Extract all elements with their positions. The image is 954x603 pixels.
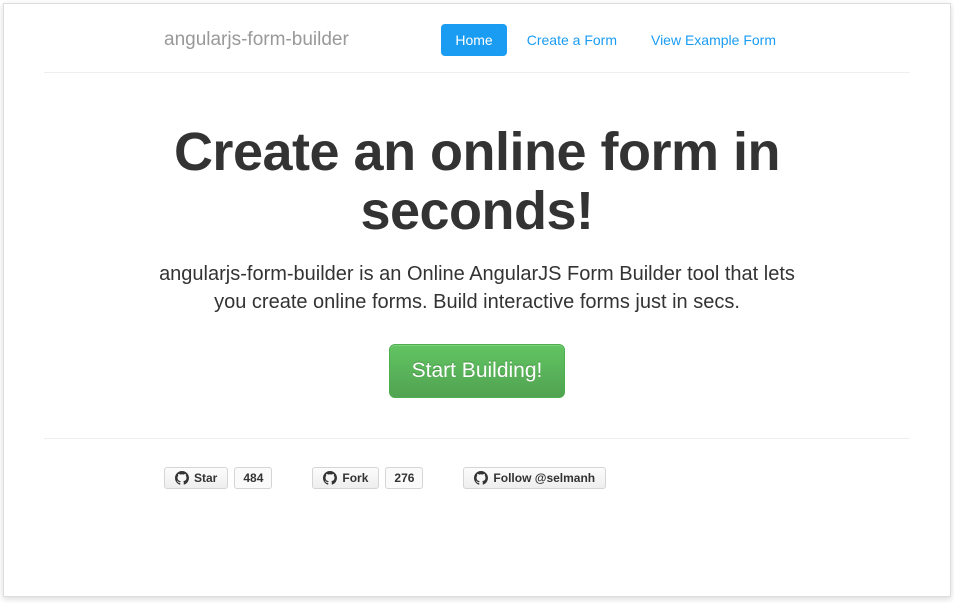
nav-home[interactable]: Home xyxy=(441,24,506,56)
github-star-button[interactable]: Star xyxy=(164,467,228,489)
main-nav: Home Create a Form View Example Form xyxy=(441,24,790,56)
github-star-count[interactable]: 484 xyxy=(234,467,272,489)
github-icon xyxy=(323,471,337,485)
github-fork-group: Fork 276 xyxy=(312,467,423,489)
github-follow-group: Follow @selmanh xyxy=(463,467,606,489)
github-badges: Star 484 Fork 276 Follow @selmanh xyxy=(44,439,910,517)
header: angularjs-form-builder Home Create a For… xyxy=(44,4,910,73)
start-building-button[interactable]: Start Building! xyxy=(389,344,566,398)
github-follow-label: Follow @selmanh xyxy=(493,471,595,485)
brand-title: angularjs-form-builder xyxy=(164,29,349,51)
github-fork-count[interactable]: 276 xyxy=(385,467,423,489)
hero-title: Create an online form in seconds! xyxy=(144,123,810,242)
github-follow-button[interactable]: Follow @selmanh xyxy=(463,467,606,489)
nav-view-example[interactable]: View Example Form xyxy=(637,24,790,56)
github-fork-button[interactable]: Fork xyxy=(312,467,379,489)
github-icon xyxy=(474,471,488,485)
hero-subtitle: angularjs-form-builder is an Online Angu… xyxy=(144,260,810,316)
nav-create-form[interactable]: Create a Form xyxy=(513,24,631,56)
github-star-group: Star 484 xyxy=(164,467,272,489)
github-icon xyxy=(175,471,189,485)
github-fork-label: Fork xyxy=(342,471,368,485)
hero-section: Create an online form in seconds! angula… xyxy=(44,73,910,439)
github-star-label: Star xyxy=(194,471,217,485)
